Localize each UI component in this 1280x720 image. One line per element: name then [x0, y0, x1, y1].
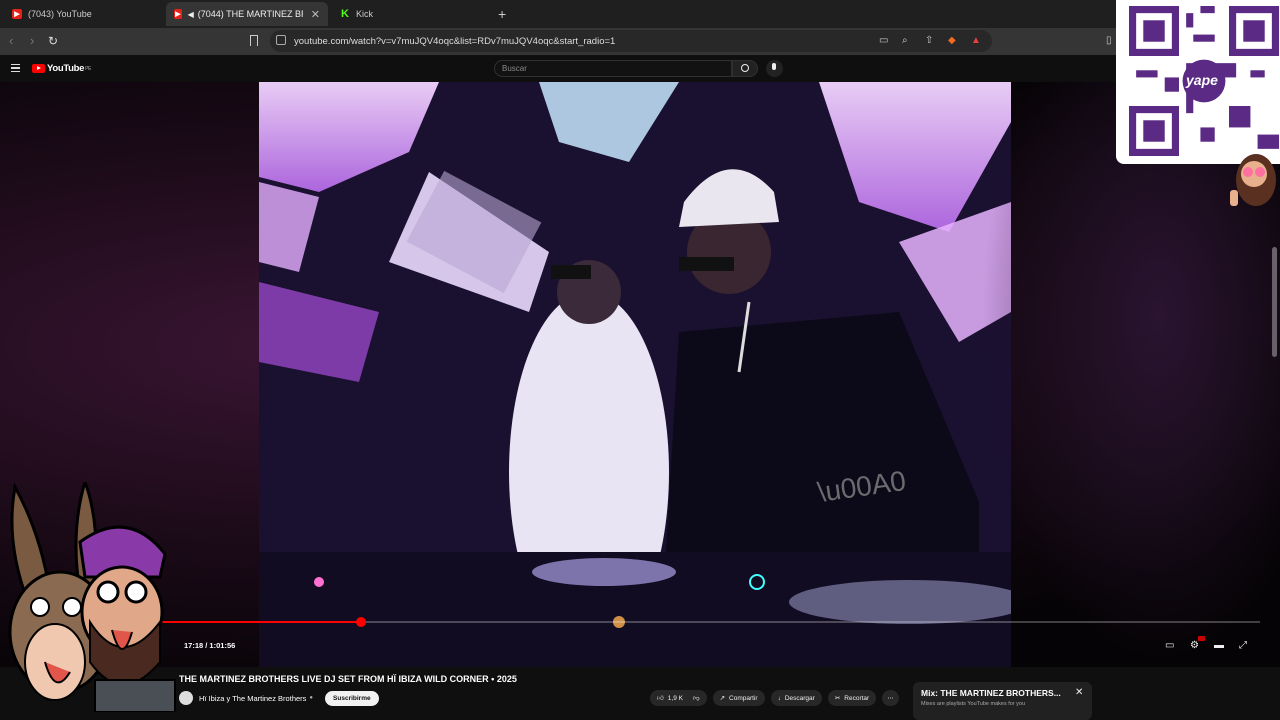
download-button[interactable]: ↓ Descargar: [770, 690, 822, 706]
download-icon: ↓: [777, 694, 781, 702]
verified-icon: ●: [309, 695, 314, 701]
new-tab-button[interactable]: +: [498, 6, 506, 22]
share-page-icon[interactable]: ⇧: [925, 35, 933, 46]
youtube-icon: ▶: [12, 9, 22, 19]
speaker-icon: ◀: [187, 9, 194, 19]
video-player[interactable]: \u00A0: [0, 82, 1280, 667]
site-info-icon[interactable]: [276, 35, 286, 45]
close-mix-icon[interactable]: ✕: [1075, 687, 1083, 698]
time-display: 17:18 / 1:01:56: [184, 641, 236, 650]
mix-subtitle: Mixes are playlists YouTube makes for yo…: [921, 701, 1026, 707]
like-count: 1,9 K: [667, 694, 683, 702]
theater-mode-icon[interactable]: ▬: [1214, 640, 1224, 651]
sidebar-icon[interactable]: ▯: [1106, 35, 1112, 46]
shields-icon[interactable]: ◆: [948, 35, 956, 46]
tab-label: Kick: [356, 9, 374, 19]
cast-icon[interactable]: ▭: [879, 35, 888, 46]
more-actions-button[interactable]: ⋯: [882, 690, 899, 706]
youtube-masthead: YouTube PE Buscar: [0, 55, 1280, 82]
rewards-icon[interactable]: ▲: [971, 35, 981, 46]
search-icon[interactable]: [732, 60, 758, 77]
download-label: Descargar: [784, 694, 815, 702]
yape-logo: yape: [1186, 72, 1218, 88]
mascot-overlay: [8, 482, 176, 712]
dj-set-video-image: \u00A0: [259, 82, 1011, 667]
menu-icon[interactable]: [11, 64, 20, 72]
url-text: youtube.com/watch?v=v7muJQV4oqc&list=RDv…: [294, 35, 616, 47]
subscribe-button[interactable]: Suscribirme: [325, 690, 379, 706]
region-code: PE: [85, 65, 92, 72]
video-title: THE MARTINEZ BROTHERS LIVE DJ SET FROM H…: [179, 674, 517, 684]
bookmark-icon[interactable]: [250, 35, 258, 46]
settings-icon[interactable]: ⚙: [1190, 640, 1199, 651]
mix-title: Mix: THE MARTINEZ BROTHERS...: [921, 688, 1061, 698]
streamer-avatar-small: [1230, 154, 1276, 206]
tab-youtube[interactable]: ▶ (7043) YouTube: [4, 2, 164, 26]
search-input[interactable]: Buscar: [494, 60, 732, 77]
address-bar-row: ‹ › ↻ youtube.com/watch?v=v7muJQV4oqc&li…: [0, 28, 1280, 55]
close-tab-icon[interactable]: ✕: [311, 8, 320, 21]
channel-row: Hï Ibiza y The Martinez Brothers ● Suscr…: [179, 689, 379, 707]
tab-label: (7043) YouTube: [28, 9, 92, 19]
video-frame[interactable]: \u00A0: [259, 82, 1011, 667]
channel-name[interactable]: Hï Ibiza y The Martinez Brothers: [199, 694, 306, 703]
youtube-icon: ▶: [174, 9, 182, 19]
channel-avatar[interactable]: [179, 691, 193, 705]
forward-icon[interactable]: ›: [30, 33, 34, 48]
hd-badge: [1198, 636, 1205, 641]
clip-button[interactable]: ✂ Recortar: [827, 690, 877, 706]
fullscreen-icon[interactable]: ⤢: [1239, 640, 1247, 651]
mix-playlist-card[interactable]: Mix: THE MARTINEZ BROTHERS... Mixes are …: [913, 682, 1092, 720]
action-bar: 👍︎ 1,9 K 👎︎ ↗ Compartir ↓ Descargar ✂ Re…: [650, 690, 899, 706]
like-button[interactable]: 👍︎ 1,9 K 👎︎: [650, 690, 707, 706]
logo-text: YouTube: [47, 63, 85, 74]
tab-martinez-brothers[interactable]: ▶ ◀ (7044) THE MARTINEZ BROTH… ✕: [166, 2, 328, 26]
scrollbar[interactable]: [1272, 247, 1277, 357]
subtitles-icon[interactable]: ▭: [1165, 640, 1174, 651]
share-button[interactable]: ↗ Compartir: [712, 690, 765, 706]
progress-bar[interactable]: [12, 617, 1260, 627]
browser-tab-strip: ▶ (7043) YouTube ▶ ◀ (7044) THE MARTINEZ…: [0, 0, 1280, 28]
tab-kick[interactable]: K Kick: [332, 2, 492, 26]
scissors-icon: ✂: [834, 695, 841, 702]
share-label: Compartir: [729, 694, 758, 702]
zoom-icon[interactable]: ⌕: [902, 35, 908, 46]
reload-icon[interactable]: ↻: [48, 34, 58, 48]
tab-label: (7044) THE MARTINEZ BROTH…: [197, 9, 303, 19]
share-icon: ↗: [719, 695, 726, 702]
clip-label: Recortar: [844, 694, 870, 702]
kick-icon: K: [340, 8, 350, 20]
yape-qr-overlay: yape: [1116, 0, 1280, 164]
back-icon[interactable]: ‹: [9, 33, 13, 48]
microphone-icon[interactable]: [766, 60, 783, 77]
more-icon: ⋯: [887, 695, 894, 702]
youtube-logo[interactable]: YouTube PE: [32, 63, 92, 74]
youtube-logo-icon: [32, 64, 45, 73]
thumbs-down-icon[interactable]: 👎︎: [693, 694, 700, 702]
thumbs-up-icon: 👍︎: [657, 695, 664, 702]
